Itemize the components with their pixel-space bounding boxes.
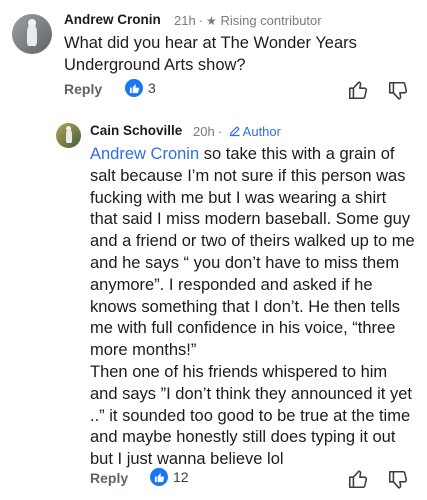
comment2-line: and a friend or two of theirs walked up … [90,232,415,251]
comment2-time: 20h [193,124,215,139]
comment2-line: salt because I’m not sure if this person… [90,166,406,185]
like-reaction-icon [125,79,143,97]
thumbs-up-icon[interactable] [347,79,369,101]
comment1-author[interactable]: Andrew Cronin [64,12,161,27]
comment2-line: Then one of his friends whispered to him [90,362,388,381]
thumbs-down-icon[interactable] [387,80,409,102]
comment2-line: that said I miss modern baseball. Some g… [90,210,411,229]
comment2-line: fucking with me but I was wearing a shir… [90,188,387,207]
like-reaction-icon [150,468,168,486]
comment2-line: Andrew Cronin so take this with a grain … [90,144,415,166]
comment2-line: ..” it sounded too good to be true at th… [90,406,411,425]
pencil-icon [229,126,240,137]
comment2-meta: 20h · Author [193,124,281,139]
comment2-line: knows something that I don’t. He then te… [90,297,401,316]
star-icon: ★ [206,14,217,28]
comment1-reply-button[interactable]: Reply [64,81,102,97]
comment2-line: me with full confidence in his voice, “t… [90,319,396,338]
comment2-like-count: 12 [173,469,189,485]
comment2-line: and maybe honestly still does typing it … [90,428,396,447]
comment2-likes: 12 [150,468,189,486]
comment2-author[interactable]: Cain Schoville [90,123,182,138]
comment1-like-count: 3 [148,80,156,96]
comment2-line: and says ”I don’t think they announced i… [90,384,412,403]
comment2-line: more months!” [90,341,197,360]
comment2-text: Andrew Cronin so take this with a grain … [90,144,415,471]
comment2-line-text: so take this with a grain of [199,145,395,163]
comment2-badge: Author [242,124,281,139]
comment1-badge: Rising contributor [220,13,322,28]
comment2-line: anymore”. I responded and asked if he [90,275,373,294]
comment1-meta: 21h · ★ Rising contributor [174,13,322,28]
comment2-line: and he says “ you don’t have to miss the… [90,253,400,272]
thumbs-up-icon[interactable] [347,468,369,490]
thumbs-down-icon[interactable] [387,469,409,491]
comment1-time: 21h [174,13,196,28]
comment1-line: What did you hear at The Wonder Years [64,34,357,52]
comment1-likes: 3 [125,79,156,97]
comment2-reply-button[interactable]: Reply [90,470,128,486]
comment1-line: Underground Arts show? [64,55,246,74]
avatar-andrew-cronin[interactable] [12,14,52,54]
comment1-text: What did you hear at The Wonder Years Un… [64,33,357,77]
mention-link[interactable]: Andrew Cronin [90,145,199,163]
avatar-cain-schoville[interactable] [56,123,81,148]
